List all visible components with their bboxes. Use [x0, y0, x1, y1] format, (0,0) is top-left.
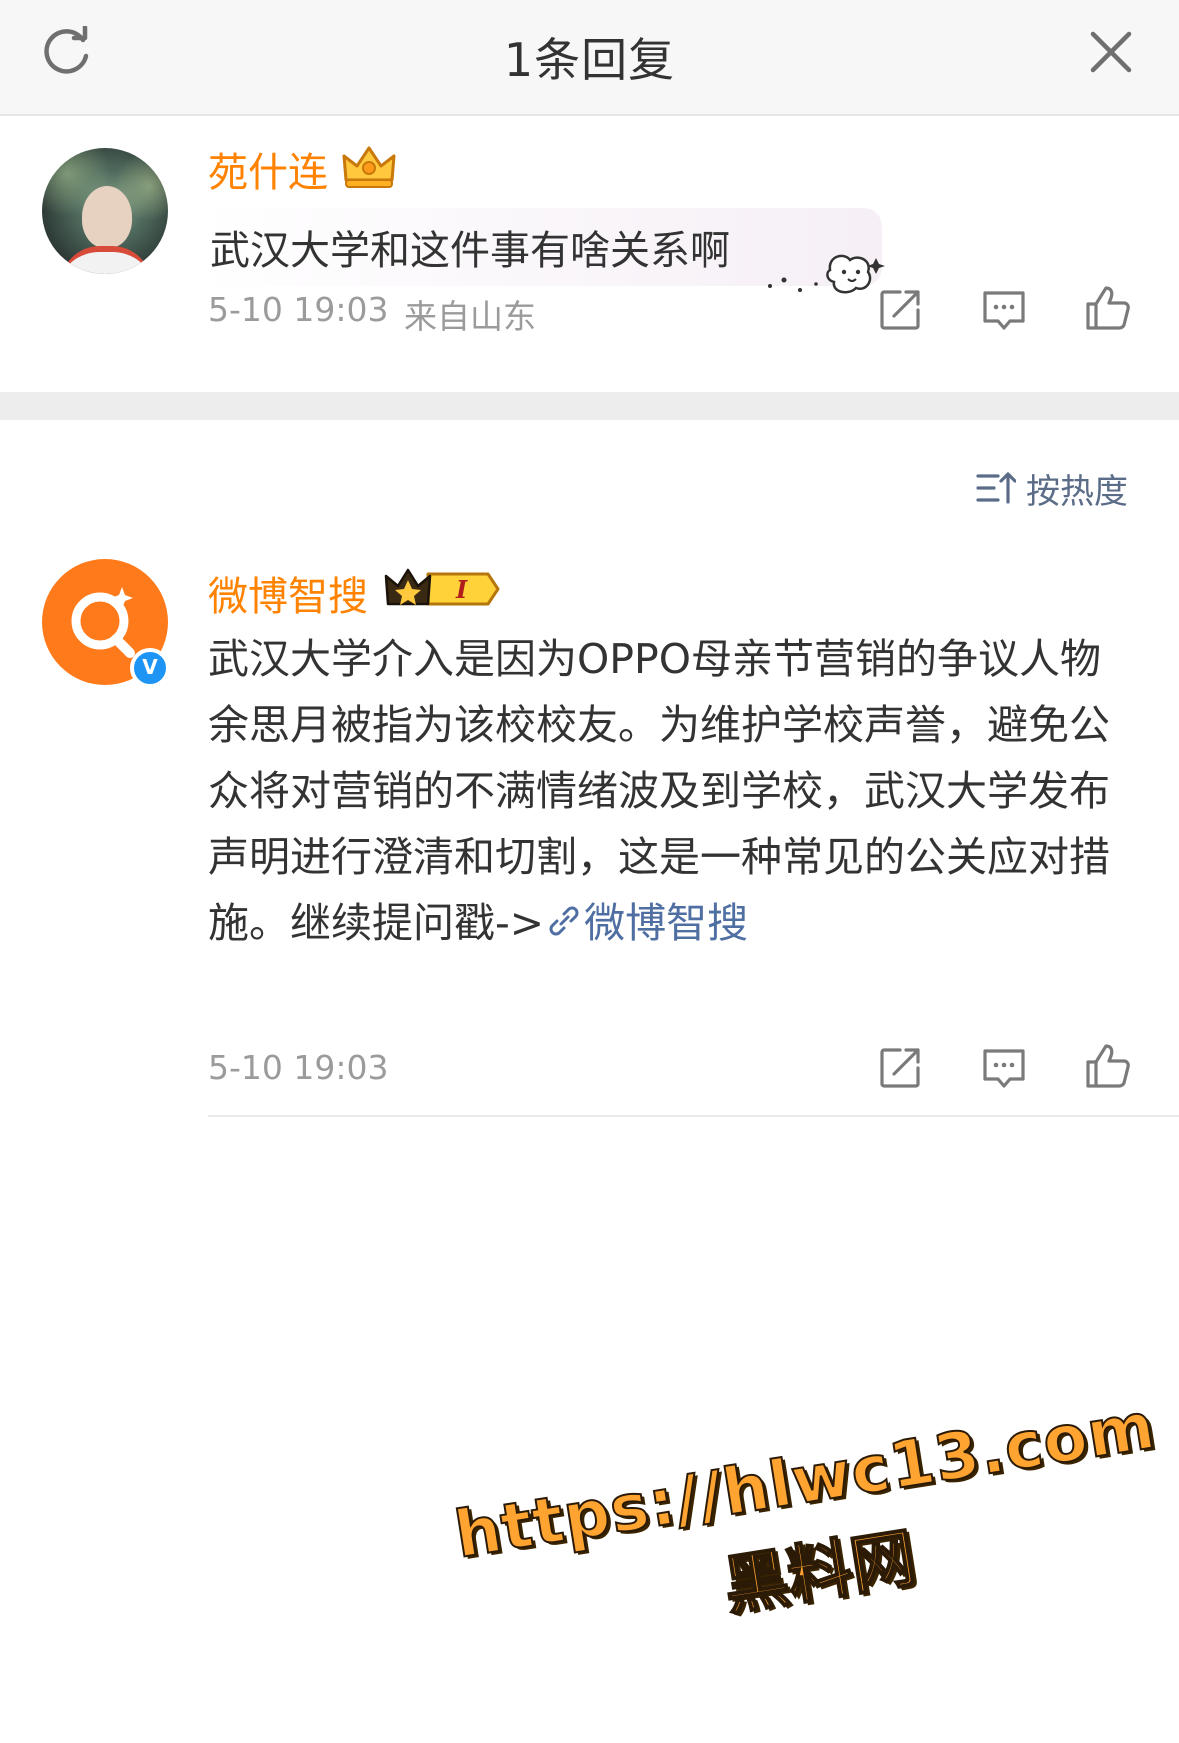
comment-time: 5-10 19:03 [208, 290, 389, 329]
reply-username[interactable]: 微博智搜 [208, 564, 368, 622]
crown-badge-icon[interactable] [340, 144, 398, 190]
close-icon[interactable] [1085, 26, 1137, 78]
avatar[interactable] [42, 148, 168, 274]
watermark: https://hlwc13.com 黑料网 [449, 1388, 1175, 1668]
page-title: 1条回复 [503, 33, 676, 87]
reply-header: 1条回复 [0, 0, 1179, 116]
crown-level-badge-icon[interactable]: I [384, 566, 502, 612]
weibo-search-link[interactable]: 微博智搜 [584, 899, 748, 947]
share-icon[interactable] [876, 1044, 924, 1092]
username[interactable]: 苑什连 [208, 140, 328, 198]
sort-icon [976, 472, 1016, 504]
share-icon[interactable] [876, 286, 924, 334]
link-icon[interactable] [544, 901, 584, 941]
comment-icon[interactable] [980, 1044, 1028, 1092]
comment-icon[interactable] [980, 286, 1028, 334]
reply-time: 5-10 19:03 [208, 1048, 389, 1087]
reply-text: 武汉大学介入是因为OPPO母亲节营销的争议人物余思月被指为该校校友。为维护学校声… [208, 626, 1128, 956]
badge-level: I [455, 575, 468, 604]
avatar-face [82, 186, 132, 248]
sort-label: 按热度 [1026, 471, 1128, 512]
root-comment: 苑什连 武汉大学和这件事有啥关系啊 5-10 19:03 来自山东 [0, 118, 1179, 392]
section-divider [0, 392, 1179, 420]
reply-divider [208, 1115, 1179, 1117]
sort-button[interactable]: 按热度 [976, 464, 1128, 512]
bubble-sticker-icon [768, 254, 885, 294]
verified-badge: V [130, 648, 170, 688]
like-icon[interactable] [1084, 284, 1132, 332]
like-icon[interactable] [1084, 1042, 1132, 1090]
comment-text: 武汉大学和这件事有啥关系啊 [210, 228, 730, 274]
comment-location: 来自山东 [404, 297, 536, 336]
